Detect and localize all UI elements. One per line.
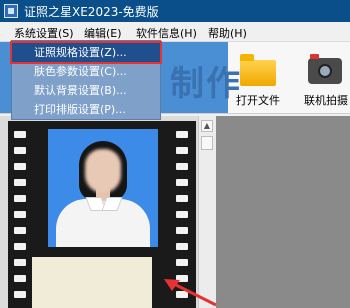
film-sprocket — [14, 211, 26, 218]
film-sprocket — [14, 291, 26, 298]
camera-icon — [308, 54, 342, 84]
scroll-thumb[interactable] — [201, 136, 213, 150]
menu-system-settings[interactable]: 系统设置(S) — [14, 25, 74, 41]
film-sprocket — [176, 259, 188, 266]
film-sprocket — [176, 131, 188, 138]
menu-help[interactable]: 帮助(H) — [208, 25, 247, 41]
film-sprocket — [14, 227, 26, 234]
film-sprocket — [176, 179, 188, 186]
menu-bar: 系统设置(S) 编辑(E) 软件信息(H) 帮助(H) — [0, 22, 350, 42]
menu-software-info[interactable]: 软件信息(H) — [136, 25, 197, 41]
system-settings-dropdown: 证照规格设置(Z)... 肤色参数设置(C)... 默认背景设置(B)... 打… — [10, 40, 162, 120]
film-sprocket — [14, 147, 26, 154]
open-file-button[interactable]: 打开文件 — [230, 46, 286, 110]
open-file-label: 打开文件 — [236, 94, 280, 107]
film-sprocket — [176, 243, 188, 250]
camera-capture-button[interactable]: 联机拍摄 — [298, 46, 350, 110]
film-sprocket — [176, 163, 188, 170]
annotation-arrow-icon — [164, 279, 217, 307]
film-sprocket — [14, 195, 26, 202]
film-sprocket — [14, 275, 26, 282]
photo-face — [85, 149, 121, 193]
film-sprocket — [176, 211, 188, 218]
film-sprocket — [176, 227, 188, 234]
menu-print-layout-settings-label: 打印排版设置(P)... — [34, 103, 126, 116]
film-sprocket — [14, 259, 26, 266]
menu-default-background-settings[interactable]: 默认背景设置(B)... — [12, 81, 160, 100]
workspace: ▲ — [0, 116, 350, 308]
menu-print-layout-settings[interactable]: 打印排版设置(P)... — [12, 100, 160, 119]
scroll-up-icon[interactable]: ▲ — [201, 120, 213, 132]
film-sprocket — [176, 195, 188, 202]
menu-default-background-settings-label: 默认背景设置(B)... — [34, 84, 127, 97]
film-sprocket — [14, 179, 26, 186]
menu-edit[interactable]: 编辑(E) — [84, 25, 122, 41]
menu-skin-color-settings[interactable]: 肤色参数设置(C)... — [12, 62, 160, 81]
film-sprocket — [14, 163, 26, 170]
title-bar: 证照之星XE2023-免费版 — [0, 0, 350, 22]
menu-skin-color-settings-label: 肤色参数设置(C)... — [34, 65, 127, 78]
folder-icon — [240, 54, 276, 86]
next-photo-frame[interactable] — [32, 257, 152, 308]
window-title: 证照之星XE2023-免费版 — [24, 5, 159, 19]
camera-capture-label: 联机拍摄 — [304, 94, 348, 107]
menu-id-spec-settings[interactable]: 证照规格设置(Z)... — [10, 41, 162, 64]
film-sprocket — [14, 131, 26, 138]
film-sprocket — [176, 147, 188, 154]
id-photo[interactable] — [48, 129, 158, 247]
film-sprocket — [14, 243, 26, 250]
menu-id-spec-settings-label: 证照规格设置(Z)... — [34, 46, 127, 59]
app-icon — [4, 4, 18, 18]
preview-area — [216, 116, 350, 308]
